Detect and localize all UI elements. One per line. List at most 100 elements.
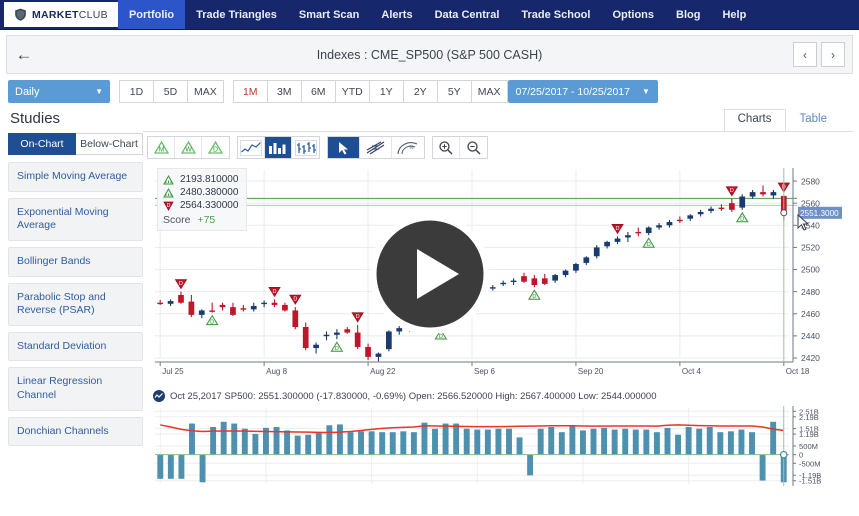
- quote-icon: [153, 390, 165, 402]
- legend-row: D 2564.330000: [163, 199, 238, 212]
- study-donchian-channels[interactable]: Donchian Channels: [8, 416, 143, 447]
- nav-item-portfolio[interactable]: Portfolio: [117, 0, 186, 29]
- studies-sidebar: Studies On-Chart Below-Chart Simple Movi…: [0, 109, 143, 488]
- period-button-max[interactable]: MAX: [470, 80, 508, 103]
- view-tabs: Charts Table: [143, 109, 859, 131]
- date-range-picker[interactable]: 07/25/2017 - 10/25/2017 ▼: [507, 80, 658, 103]
- nav-label: Help: [722, 8, 747, 21]
- svg-text:2551.3000: 2551.3000: [800, 209, 839, 218]
- chevron-left-icon[interactable]: ‹: [793, 42, 817, 67]
- legend-row: 2193.810000: [163, 173, 238, 186]
- volume-chart-svg: 2.51B2.19B1.51B1.19B500M0-500M-1.19B-1.5…: [155, 406, 821, 486]
- nav-item-blog[interactable]: Blog: [665, 0, 711, 29]
- svg-text:D: D: [532, 294, 536, 300]
- page-title: Indexes : CME_SP500 (S&P 500 CASH): [316, 47, 543, 62]
- svg-text:1.19B: 1.19B: [799, 430, 819, 439]
- chart-toolbar: M W D %: [143, 132, 853, 162]
- nav-label: Alerts: [381, 8, 413, 21]
- trendline-icon[interactable]: [360, 137, 392, 158]
- svg-text:D: D: [647, 242, 651, 248]
- tab-table[interactable]: Table: [786, 109, 842, 131]
- drawing-tool-group: %: [327, 136, 425, 159]
- study-standard-deviation[interactable]: Standard Deviation: [8, 331, 143, 362]
- nav-item-options[interactable]: Options: [601, 0, 665, 29]
- svg-text:D: D: [439, 334, 443, 340]
- nav-item-smart-scan[interactable]: Smart Scan: [288, 0, 371, 29]
- svg-text:2.19B: 2.19B: [799, 413, 819, 422]
- interval-dropdown[interactable]: Daily ▼: [8, 80, 110, 103]
- fibonacci-arc-icon[interactable]: %: [392, 137, 424, 158]
- svg-text:D: D: [273, 289, 277, 295]
- line-chart-icon[interactable]: [238, 137, 265, 158]
- cursor-icon[interactable]: [328, 137, 360, 158]
- quote-status-text: Oct 25,2017 SP500: 2551.300000 (-17.8300…: [170, 390, 657, 402]
- nav-label: Blog: [676, 8, 701, 21]
- period-toolbar: Daily ▼ 1D 5D MAX 1M 3M 6M YTD 1Y 2Y 5Y …: [0, 74, 859, 103]
- daily-triangle-icon[interactable]: D: [202, 137, 229, 158]
- period-button-5d[interactable]: 5D: [153, 80, 187, 103]
- chevron-down-icon: ▼: [95, 87, 103, 96]
- svg-text:Jul 25: Jul 25: [162, 367, 184, 376]
- legend-value: 2193.810000: [180, 174, 239, 185]
- study-simple-moving-average[interactable]: Simple Moving Average: [8, 162, 143, 192]
- svg-text:W: W: [185, 147, 192, 154]
- ohlc-chart-icon[interactable]: [292, 137, 319, 158]
- down-triangle-icon: D: [163, 201, 174, 211]
- bar-chart-icon[interactable]: [265, 137, 292, 158]
- svg-text:Aug 22: Aug 22: [370, 367, 396, 376]
- svg-text:2460: 2460: [801, 309, 820, 319]
- monthly-triangle-icon[interactable]: M: [148, 137, 175, 158]
- nav-item-trade-triangles[interactable]: Trade Triangles: [185, 0, 288, 29]
- brand-name: MARKETCLUB: [32, 8, 108, 21]
- study-parabolic-sar[interactable]: Parabolic Stop and Reverse (PSAR): [8, 282, 143, 326]
- period-button-1m[interactable]: 1M: [232, 80, 267, 103]
- toggle-on-chart[interactable]: On-Chart: [8, 133, 76, 155]
- quick-period-group: 1D 5D MAX: [119, 80, 224, 103]
- svg-text:2520: 2520: [801, 243, 820, 253]
- zoom-in-icon[interactable]: [433, 137, 460, 158]
- volume-chart-panel[interactable]: 2.51B 2.19B 1.51B 1.19B 500M 0 -500M -1.19B -1.5…: [147, 404, 853, 488]
- tab-charts[interactable]: Charts: [723, 109, 786, 131]
- period-button-max-intraday[interactable]: MAX: [187, 80, 224, 103]
- price-chart-panel[interactable]: DDDDDDDDDDDDD258025602540252025002480246…: [147, 162, 853, 387]
- up-triangle-icon: [163, 187, 174, 197]
- play-button-icon[interactable]: [369, 213, 491, 335]
- nav-label: Options: [612, 8, 655, 21]
- zoom-out-icon[interactable]: [460, 137, 487, 158]
- nav-item-data-central[interactable]: Data Central: [424, 0, 511, 29]
- period-button-5y[interactable]: 5Y: [436, 80, 471, 103]
- nav-item-trade-school[interactable]: Trade School: [510, 0, 601, 29]
- zoom-group: [432, 136, 488, 159]
- nav-item-help[interactable]: Help: [711, 0, 757, 29]
- svg-text:D: D: [167, 203, 171, 209]
- study-linear-regression-channel[interactable]: Linear Regression Channel: [8, 367, 143, 411]
- studies-placement-toggle: On-Chart Below-Chart: [8, 133, 143, 155]
- range-period-group: 1M 3M 6M YTD 1Y 2Y 5Y MAX: [232, 80, 508, 103]
- svg-text:%: %: [409, 145, 414, 151]
- period-button-3m[interactable]: 3M: [266, 80, 301, 103]
- period-button-1d[interactable]: 1D: [119, 80, 153, 103]
- date-range-value: 07/25/2017 - 10/25/2017: [515, 85, 630, 98]
- weekly-triangle-icon[interactable]: W: [175, 137, 202, 158]
- toggle-below-chart[interactable]: Below-Chart: [76, 133, 143, 155]
- study-bollinger-bands[interactable]: Bollinger Bands: [8, 246, 143, 277]
- nav-item-alerts[interactable]: Alerts: [370, 0, 423, 29]
- brand-logo-area[interactable]: MARKETCLUB: [4, 2, 118, 27]
- study-exponential-moving-average[interactable]: Exponential Moving Average: [8, 197, 143, 241]
- shield-icon: [15, 8, 26, 21]
- svg-text:D: D: [179, 281, 183, 287]
- chevron-right-icon[interactable]: ›: [821, 42, 845, 67]
- chart-legend: 2193.810000 2480.380000 D 2564.330000 Sc…: [157, 168, 248, 231]
- legend-score: Score +75: [163, 212, 238, 226]
- svg-text:-500M: -500M: [799, 459, 821, 468]
- period-button-1y[interactable]: 1Y: [368, 80, 403, 103]
- svg-text:2580: 2580: [801, 176, 820, 186]
- svg-text:M: M: [158, 147, 164, 154]
- svg-text:Oct 4: Oct 4: [682, 367, 702, 376]
- period-button-2y[interactable]: 2Y: [402, 80, 437, 103]
- price-chart-svg: DDDDDDDDDDDDD258025602540252025002480246…: [155, 168, 842, 376]
- svg-text:Sep 6: Sep 6: [474, 367, 495, 376]
- svg-text:Oct 18: Oct 18: [786, 367, 810, 376]
- period-button-6m[interactable]: 6M: [300, 80, 335, 103]
- period-button-ytd[interactable]: YTD: [334, 80, 369, 103]
